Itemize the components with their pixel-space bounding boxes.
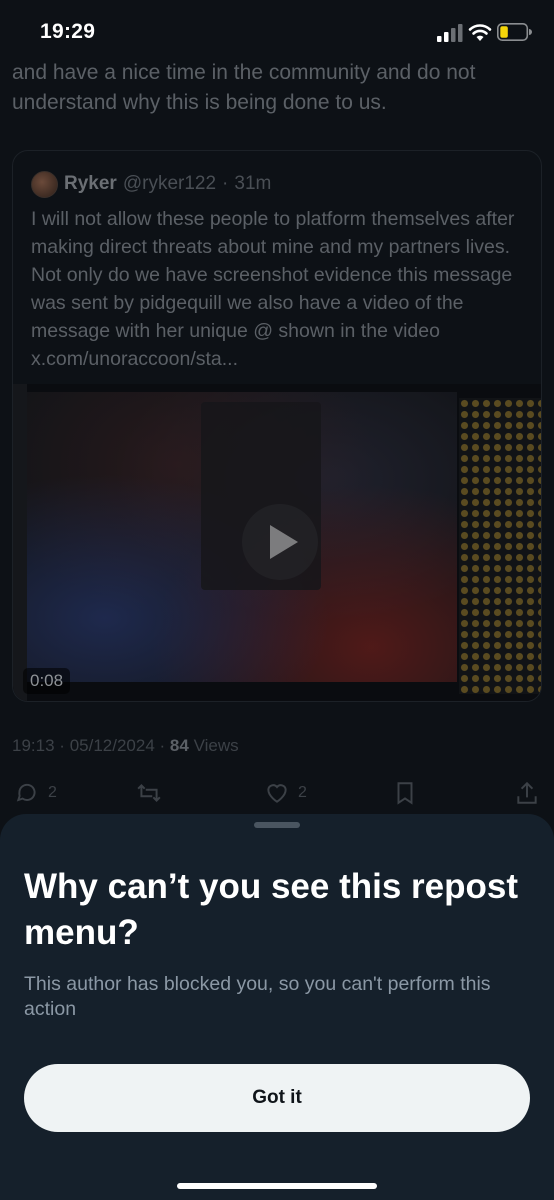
sheet-message: This author has blocked you, so you can'… (24, 973, 491, 1020)
avatar[interactable] (31, 170, 58, 198)
tweet-actions: 2 2 (0, 780, 554, 812)
battery-icon (497, 23, 532, 41)
reply-count: 2 (48, 784, 57, 801)
reply-icon (16, 783, 36, 802)
separator-dot: · (159, 736, 166, 755)
tweet-time: 19:13 (12, 736, 55, 755)
like-button[interactable]: 2 (264, 780, 307, 806)
separator-dot: · (59, 736, 65, 755)
quote-age: 31m (234, 173, 272, 194)
screen: and have a nice time in the community an… (0, 0, 554, 1200)
repost-icon (137, 784, 161, 802)
quote-header: Ryker @ryker122 · 31m (31, 169, 271, 199)
tweet-meta: 19:13 · 05/12/2024 · 84 Views (12, 736, 239, 756)
video-frame-emoji-grid (459, 398, 541, 694)
got-it-button[interactable]: Got it (24, 1064, 530, 1132)
video-duration: 0:08 (23, 668, 71, 694)
views-count: 84 (169, 736, 189, 755)
views-label: Views (193, 736, 239, 755)
sheet-grabber[interactable] (254, 822, 300, 828)
quote-author-name: Ryker (64, 173, 117, 194)
status-time: 19:29 (40, 20, 96, 43)
bookmark-icon (397, 782, 413, 805)
repost-button[interactable] (136, 780, 162, 806)
tweet-text: and have a nice time in the community an… (12, 61, 476, 114)
like-count: 2 (298, 784, 307, 801)
cellular-signal-icon (437, 24, 463, 42)
share-icon (517, 781, 537, 804)
share-button[interactable] (514, 780, 540, 806)
tweet-date: 05/12/2024 (69, 736, 155, 755)
quote-text: I will not allow these people to platfor… (31, 208, 515, 370)
video-player[interactable]: 0:08 (13, 384, 541, 701)
bookmark-button[interactable] (392, 780, 418, 806)
sheet-title: Why can’t you see this repost menu? (24, 867, 518, 952)
separator-dot: · (222, 173, 229, 194)
video-frame-sidebar (13, 384, 27, 701)
tweet-background: and have a nice time in the community an… (0, 0, 554, 820)
bottom-sheet: Why can’t you see this repost menu? This… (0, 814, 554, 1200)
status-bar: 19:29 (0, 0, 554, 64)
play-button[interactable] (242, 504, 318, 580)
reply-button[interactable]: 2 (14, 780, 57, 806)
quote-tweet-card[interactable]: Ryker @ryker122 · 31m I will not allow t… (12, 150, 542, 702)
wifi-icon (468, 24, 492, 41)
home-indicator[interactable] (177, 1183, 377, 1189)
heart-icon (267, 784, 287, 803)
quote-author-handle: @ryker122 (122, 173, 217, 194)
